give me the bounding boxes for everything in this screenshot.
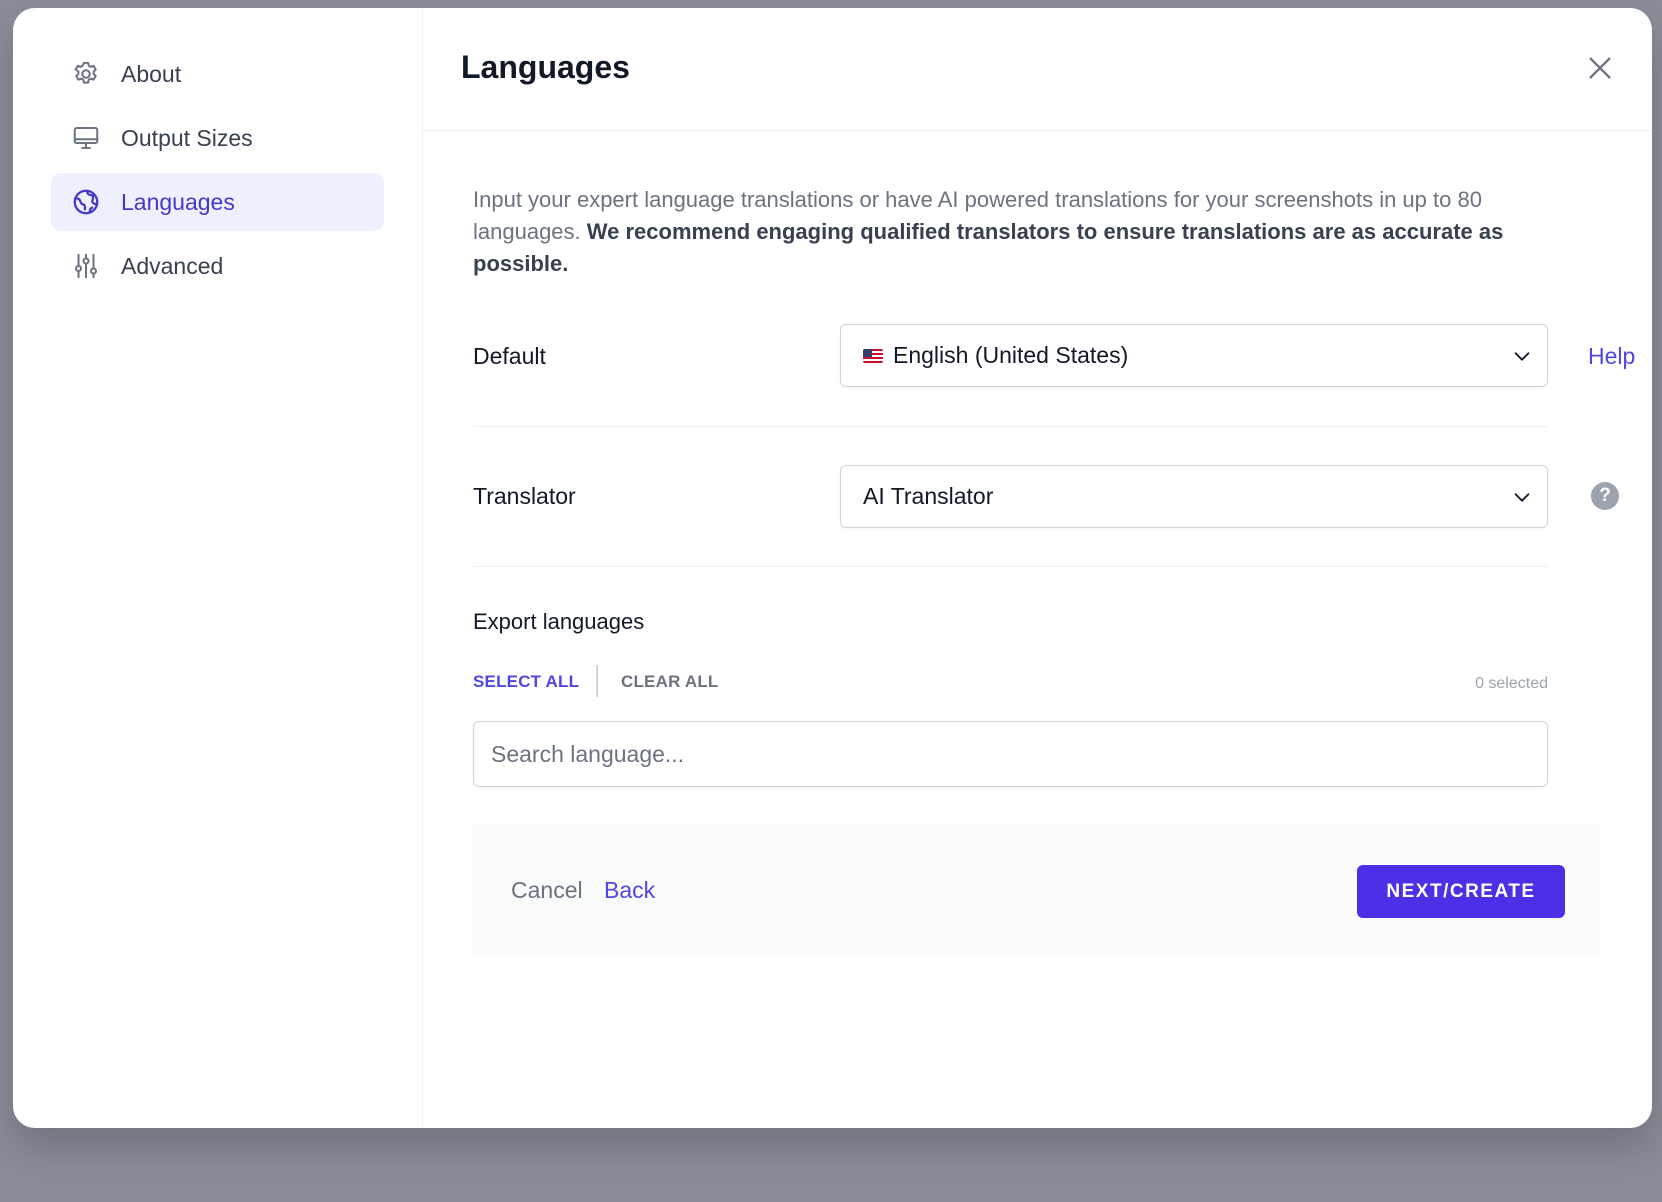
modal-header: Languages (423, 8, 1652, 131)
translator-select[interactable]: AI Translator (840, 465, 1548, 528)
us-flag-icon (863, 348, 883, 363)
translator-label: Translator (473, 483, 576, 509)
gear-icon (71, 59, 101, 89)
clear-all-button[interactable]: CLEAR ALL (621, 672, 719, 692)
default-label: Default (473, 343, 546, 369)
back-button[interactable]: Back (604, 877, 655, 904)
main-panel: Languages Input your expert language tra… (423, 8, 1652, 1128)
default-language-value: English (United States) (893, 342, 1129, 368)
sidebar-item-label: Languages (121, 188, 235, 215)
select-all-button[interactable]: SELECT ALL (473, 672, 579, 692)
export-languages-title: Export languages (473, 609, 645, 634)
chevron-down-icon (1514, 352, 1530, 361)
settings-modal: About Output Sizes Languages Advanced La… (13, 8, 1652, 1128)
question-circle-icon[interactable]: ? (1591, 482, 1619, 510)
search-language-input[interactable] (473, 721, 1548, 787)
page-title: Languages (461, 49, 630, 85)
sidebar-item-output-sizes[interactable]: Output Sizes (51, 109, 384, 167)
next-create-button[interactable]: NEXT/CREATE (1357, 865, 1565, 918)
close-button[interactable] (1584, 52, 1616, 84)
sidebar-item-label: Advanced (121, 252, 224, 279)
sidebar: About Output Sizes Languages Advanced (13, 8, 423, 1128)
separator (596, 665, 598, 697)
intro-text: Input your expert language translations … (473, 184, 1593, 280)
close-icon (1589, 57, 1611, 79)
sidebar-item-about[interactable]: About (51, 45, 384, 103)
translator-value: AI Translator (863, 483, 994, 509)
intro-recommendation: We recommend engaging qualified translat… (473, 219, 1504, 276)
default-language-select[interactable]: English (United States) (840, 324, 1548, 387)
globe-icon (71, 187, 101, 217)
help-link[interactable]: Help (1588, 343, 1635, 370)
cancel-button[interactable]: Cancel (511, 877, 583, 904)
selected-count: 0 selected (1475, 675, 1548, 692)
sidebar-item-label: About (121, 60, 182, 87)
divider (473, 426, 1548, 427)
sidebar-item-languages[interactable]: Languages (51, 173, 384, 231)
modal-footer: Cancel Back NEXT/CREATE (473, 825, 1599, 955)
sliders-icon (71, 251, 101, 281)
divider (473, 566, 1548, 567)
sidebar-item-advanced[interactable]: Advanced (51, 237, 384, 295)
chevron-down-icon (1514, 493, 1530, 502)
monitor-icon (71, 123, 101, 153)
sidebar-item-label: Output Sizes (121, 124, 253, 151)
